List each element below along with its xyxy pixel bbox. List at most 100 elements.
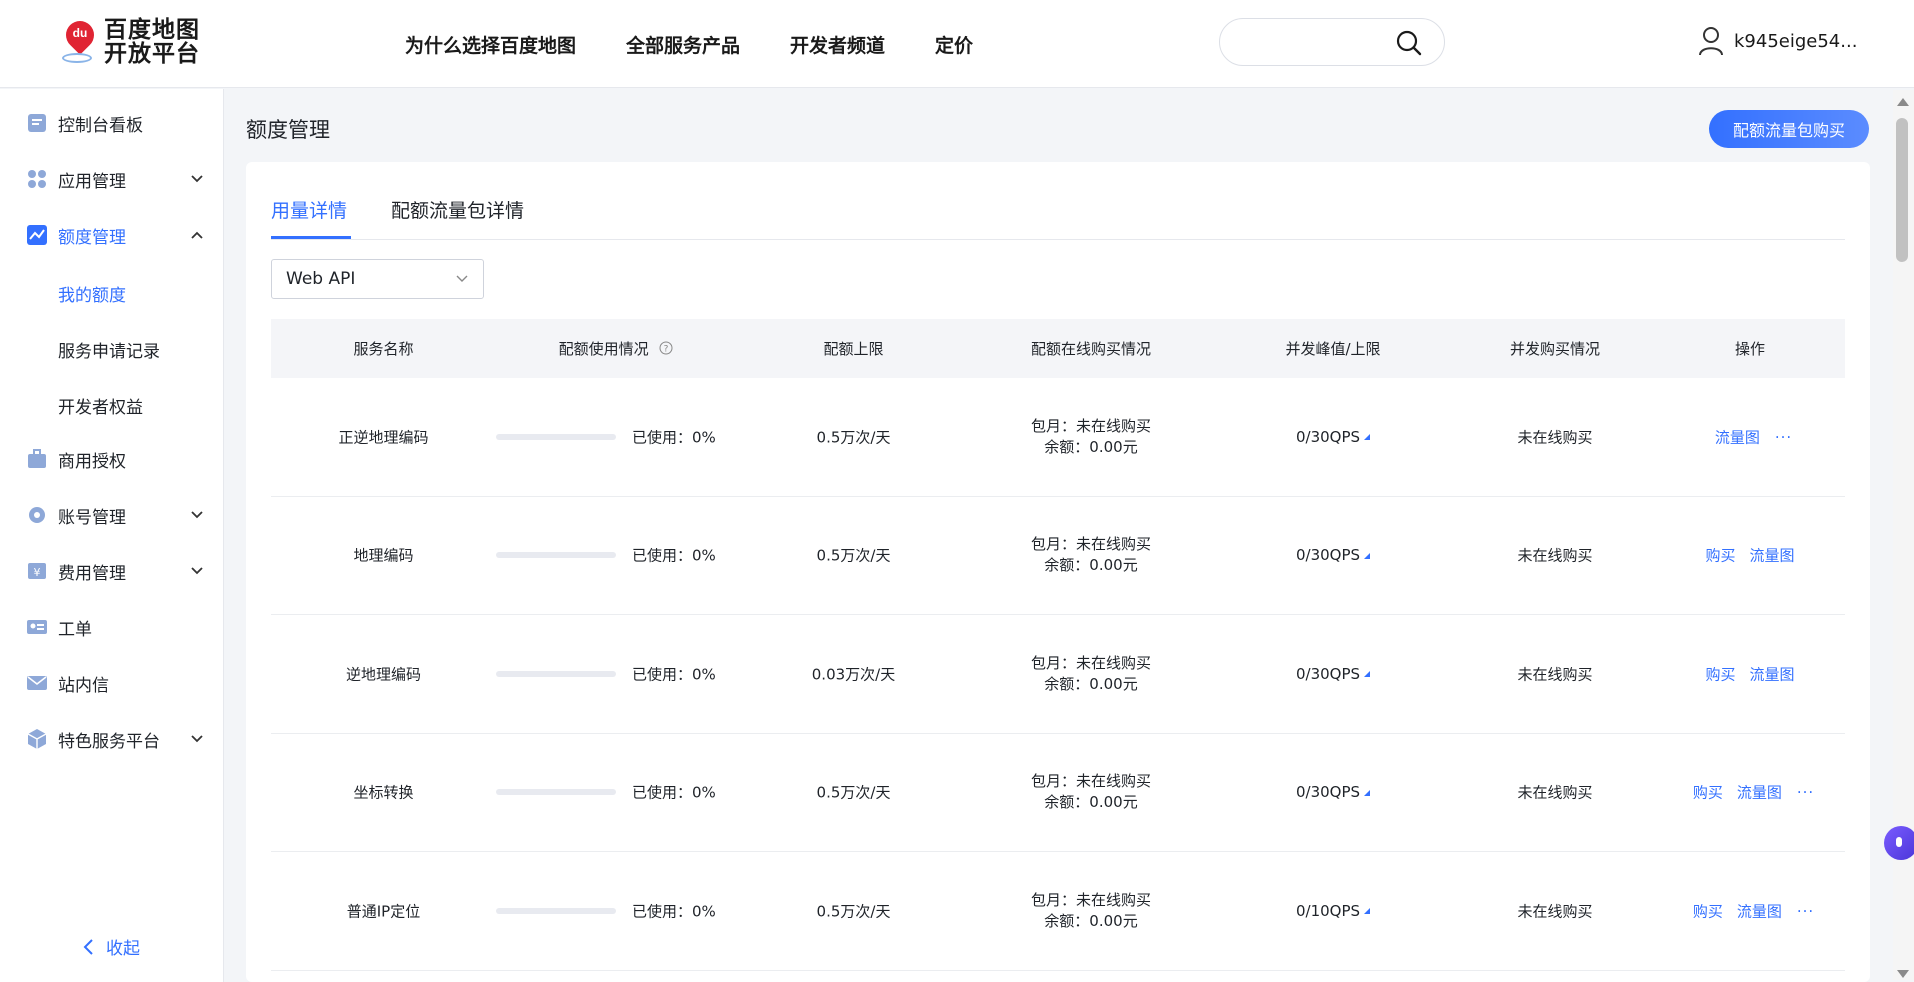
tab-usage-details[interactable]: 用量详情	[271, 196, 347, 223]
quota-limit: 0.5万次/天	[816, 783, 891, 802]
service-name: 正逆地理编码	[338, 428, 429, 447]
sidebar-item-dashboard[interactable]: 控制台看板	[0, 103, 224, 143]
svg-text:¥: ¥	[34, 566, 41, 579]
sidebar-sub-service-applications[interactable]: 服务申请记录	[58, 337, 160, 362]
gear-icon	[29, 507, 45, 523]
nav-developer-channel[interactable]: 开发者频道	[790, 31, 885, 58]
buy-link[interactable]: 购买	[1705, 547, 1735, 565]
sidebar-item-label: 账号管理	[58, 507, 126, 528]
search-icon[interactable]	[1396, 30, 1422, 56]
usage-percent: 已使用：0%	[632, 783, 716, 802]
monthly-purchase-status: 包月：未在线购买	[1030, 772, 1151, 791]
service-name: 普通IP定位	[346, 902, 421, 921]
usage-progress-bar	[496, 670, 616, 677]
sidebar-item-messages[interactable]: 站内信	[0, 663, 224, 703]
service-name: 坐标转换	[353, 783, 414, 802]
tab-bar: 用量详情 配额流量包详情	[271, 186, 1845, 240]
collapse-sidebar-button[interactable]: 收起	[82, 934, 140, 959]
sidebar-item-apps[interactable]: 应用管理	[0, 159, 224, 199]
scrollbar-thumb[interactable]	[1896, 118, 1908, 262]
apps-icon	[28, 170, 46, 188]
user-menu[interactable]: k945eige54...	[1698, 26, 1857, 56]
row-actions: 流量图 ···	[1655, 426, 1845, 447]
logo-line-2: 开放平台	[104, 41, 200, 67]
concurrency-purchase-status: 未在线购买	[1517, 428, 1593, 447]
sidebar-item-billing[interactable]: ¥ 费用管理	[0, 551, 224, 591]
mail-icon	[27, 676, 47, 690]
nav-pricing[interactable]: 定价	[935, 31, 973, 58]
sidebar-item-label: 应用管理	[58, 171, 126, 192]
balance: 余额：0.00元	[1044, 793, 1138, 812]
scroll-up-arrow[interactable]	[1897, 98, 1909, 106]
buy-link[interactable]: 购买	[1693, 784, 1723, 802]
qps-trend-icon	[1364, 908, 1371, 915]
user-name[interactable]: k945eige54...	[1734, 31, 1857, 52]
chevron-up-icon	[191, 231, 203, 239]
scroll-down-arrow[interactable]	[1897, 970, 1909, 978]
cube-icon	[27, 729, 47, 749]
balance: 余额：0.00元	[1044, 911, 1138, 930]
header-service-name: 服务名称	[353, 340, 414, 358]
sidebar-sub-developer-benefits[interactable]: 开发者权益	[58, 393, 143, 418]
table-body: 正逆地理编码 已使用：0% 0.5万次/天 包月：未在线购买 余额：0.00元 …	[271, 378, 1845, 971]
nav-why-baidu-map[interactable]: 为什么选择百度地图	[405, 31, 576, 58]
quota-limit: 0.5万次/天	[816, 902, 891, 921]
traffic-chart-link[interactable]: 流量图	[1715, 428, 1760, 446]
search-input[interactable]	[1219, 18, 1445, 66]
chevron-down-icon	[191, 511, 203, 519]
sidebar-item-quota[interactable]: 额度管理	[0, 215, 224, 255]
row-actions: 购买 流量图	[1655, 545, 1845, 566]
row-actions: 购买 流量图 ···	[1655, 900, 1845, 921]
sidebar-item-account[interactable]: 账号管理	[0, 495, 224, 535]
sidebar-item-label: 特色服务平台	[58, 731, 160, 752]
row-actions: 购买 流量图 ···	[1655, 782, 1845, 803]
chevron-down-icon	[191, 567, 203, 575]
assistant-float-icon[interactable]	[1884, 826, 1914, 860]
sidebar-item-commercial-license[interactable]: 商用授权	[0, 439, 224, 479]
qps-value: 0/30QPS	[1211, 546, 1455, 564]
header-concurrency: 并发峰值/上限	[1285, 340, 1381, 358]
qps-value: 0/30QPS	[1211, 783, 1455, 801]
sidebar-item-featured-services[interactable]: 特色服务平台	[0, 719, 224, 759]
more-actions-icon[interactable]: ···	[1797, 902, 1814, 920]
usage-percent: 已使用：0%	[632, 902, 716, 921]
chevron-down-icon	[191, 735, 203, 743]
active-tab-indicator	[271, 236, 351, 239]
dashboard-icon	[28, 114, 46, 132]
quota-table: 服务名称 配额使用情况 ? 配额上限 配额在线购买情况 并发峰值/上限 并发购买…	[271, 319, 1845, 971]
more-actions-icon[interactable]: ···	[1775, 428, 1792, 446]
traffic-chart-link[interactable]: 流量图	[1750, 665, 1795, 683]
table-header: 服务名称 配额使用情况 ? 配额上限 配额在线购买情况 并发峰值/上限 并发购买…	[271, 319, 1845, 378]
quota-package-buy-button[interactable]: 配额流量包购买	[1709, 110, 1869, 148]
qps-value: 0/10QPS	[1211, 902, 1455, 920]
qps-value: 0/30QPS	[1211, 665, 1455, 683]
chevron-down-icon	[191, 175, 203, 183]
qps-trend-icon	[1364, 789, 1371, 796]
header-quota-usage: 配额使用情况 ?	[496, 338, 736, 359]
usage-progress-bar	[496, 433, 616, 440]
header-actions: 操作	[1734, 340, 1765, 358]
logo[interactable]: du 百度地图 开放平台	[60, 15, 200, 67]
traffic-chart-link[interactable]: 流量图	[1750, 547, 1795, 565]
buy-link[interactable]: 购买	[1693, 902, 1723, 920]
buy-link[interactable]: 购买	[1705, 665, 1735, 683]
concurrency-purchase-status: 未在线购买	[1517, 902, 1593, 921]
tab-package-details[interactable]: 配额流量包详情	[391, 196, 524, 223]
svg-text:?: ?	[664, 345, 669, 355]
top-bar: du 百度地图 开放平台 为什么选择百度地图 全部服务产品 开发者频道 定价 k…	[0, 0, 1914, 88]
balance: 余额：0.00元	[1044, 674, 1138, 693]
traffic-chart-link[interactable]: 流量图	[1737, 902, 1782, 920]
table-row: 坐标转换 已使用：0% 0.5万次/天 包月：未在线购买 余额：0.00元 0/…	[271, 734, 1845, 852]
usage-percent: 已使用：0%	[632, 428, 716, 447]
help-icon[interactable]: ?	[659, 341, 673, 355]
api-type-select[interactable]: Web API	[271, 259, 484, 299]
row-actions: 购买 流量图	[1655, 663, 1845, 684]
select-value: Web API	[286, 269, 356, 289]
sidebar-item-label: 商用授权	[58, 451, 126, 472]
nav-all-products[interactable]: 全部服务产品	[626, 31, 740, 58]
sidebar-item-tickets[interactable]: 工单	[0, 607, 224, 647]
traffic-chart-link[interactable]: 流量图	[1737, 784, 1782, 802]
chevron-left-icon	[83, 938, 93, 955]
more-actions-icon[interactable]: ···	[1797, 784, 1814, 802]
sidebar-sub-my-quota[interactable]: 我的额度	[58, 281, 126, 306]
